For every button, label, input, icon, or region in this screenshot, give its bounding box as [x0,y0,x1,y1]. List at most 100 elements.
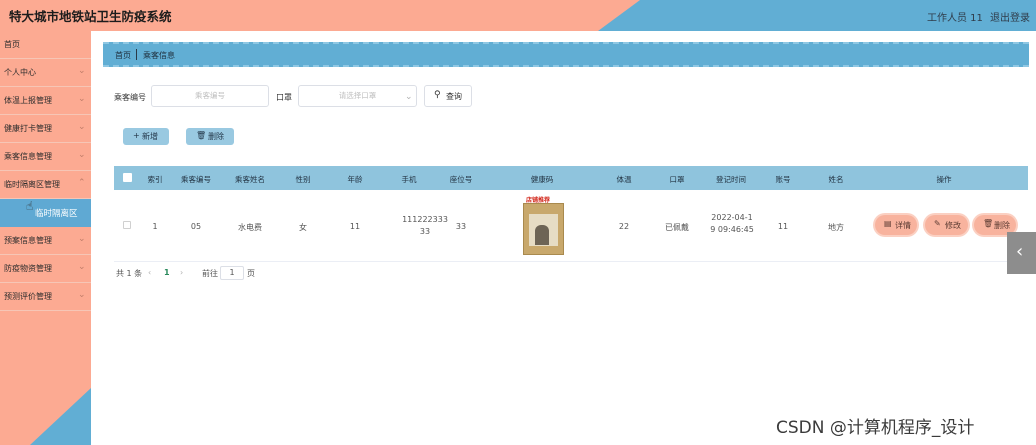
row-checkbox[interactable] [123,221,131,229]
sidebar-item-isolation-area[interactable]: 临时隔离区管理 ⌃ [0,171,91,199]
column-header: 乘客编号 [181,175,211,184]
column-header: 登记时间 [716,175,746,184]
health-code-figure [535,225,549,245]
next-page-icon[interactable]: › [180,268,183,277]
chevron-down-icon: ⌄ [78,262,86,272]
mouse-pointer-icon: ☝ [26,199,34,213]
trash-icon: 🗑 [983,219,994,228]
delete-button-label: 删除 [208,132,224,141]
sidebar-item-label: 临时隔离区管理 [4,180,60,189]
chevron-up-icon: ⌃ [78,178,86,188]
sidebar-item-temperature-report[interactable]: 体温上报管理 ⌄ [0,87,91,115]
chevron-down-icon: ⌄ [78,290,86,300]
breadcrumb: 首页 乘客信息 [103,42,1029,67]
passenger-no-input[interactable]: 乘客编号 [151,85,269,107]
cell-name: 地方 [828,223,844,232]
cell-seat: 33 [455,222,467,231]
sidebar-item-health-checkin[interactable]: 健康打卡管理 ⌄ [0,115,91,143]
search-icon: ⚲ [434,90,441,100]
goto-page-input[interactable]: 1 [220,266,244,280]
sidebar-item-home[interactable]: 首页 [0,31,91,59]
column-header: 口罩 [669,175,685,184]
edit-icon: ✎ [934,219,941,228]
add-button-label: 新增 [142,132,158,141]
chevron-down-icon: ⌄ [78,150,86,160]
logout-link[interactable]: 退出登录 [990,9,1030,24]
column-header: 账号 [775,175,791,184]
chevron-down-icon: ⌄ [78,234,86,244]
passenger-no-label: 乘客编号 [114,93,146,102]
table-header: 索引 乘客编号 乘客姓名 性别 年龄 手机 座位号 健康码 体温 口罩 登记时间… [114,166,1028,190]
app-title: 特大城市地铁站卫生防疫系统 [9,9,172,24]
chevron-left-icon: ‹ [1016,241,1024,262]
cell-age: 11 [349,222,361,231]
detail-button-label: 详情 [895,221,911,230]
time-line: 2022-04-1 [711,213,753,222]
sidebar-item-label: 预测评价管理 [4,292,52,301]
watermark: CSDN @计算机程序_设计 [776,418,975,438]
sidebar-item-label: 个人中心 [4,68,36,77]
cell-mask: 已佩戴 [665,223,689,232]
column-header: 性别 [295,175,311,184]
breadcrumb-separator [136,49,137,60]
health-code-image: 店铺推荐 [522,195,566,255]
time-line: 9 09:46:45 [710,225,754,234]
mask-label: 口罩 [276,93,292,102]
current-user: 工作人员 11 [927,13,983,24]
column-header: 操作 [936,175,952,184]
cell-account: 11 [777,222,789,231]
query-button-label: 查询 [446,92,462,101]
trash-icon: 🗑 [196,131,207,140]
breadcrumb-home[interactable]: 首页 [115,50,131,61]
sidebar: 首页 个人中心 ⌄ 体温上报管理 ⌄ 健康打卡管理 ⌄ 乘客信息管理 ⌄ 临时隔… [0,31,91,445]
sidebar-item-label: 防疫物资管理 [4,264,52,273]
chevron-down-icon: ⌄ [78,122,86,132]
page-suffix: 页 [247,269,255,278]
sidebar-item-label: 体温上报管理 [4,96,52,105]
cell-phone: 111222333 33 [390,214,460,238]
column-header: 索引 [147,175,163,184]
sidebar-item-label: 乘客信息管理 [4,152,52,161]
detail-button[interactable]: ▤ 详情 [875,215,917,235]
document-icon: ▤ [884,219,892,228]
add-button[interactable]: + 新增 [123,128,169,145]
sidebar-item-passenger-info[interactable]: 乘客信息管理 ⌄ [0,143,91,171]
sidebar-subitem-isolation-area[interactable]: 临时隔离区 [0,199,91,227]
goto-label: 前往 [202,269,218,278]
cell-passenger-no: 05 [190,222,202,231]
plus-icon: + [133,131,140,140]
prev-page-icon[interactable]: ‹ [148,268,151,277]
sidebar-item-plan-info[interactable]: 预案信息管理 ⌄ [0,227,91,255]
sidebar-item-prediction[interactable]: 预测评价管理 ⌄ [0,283,91,311]
column-header: 年龄 [347,175,363,184]
mask-select[interactable]: 请选择口罩 [298,85,417,107]
edit-button-label: 修改 [945,221,961,230]
query-button[interactable]: ⚲ 查询 [424,85,472,107]
sidebar-corner-decoration [30,388,91,445]
cell-passenger-name: 水电费 [238,223,262,232]
select-all-checkbox[interactable] [123,173,132,182]
column-header: 乘客姓名 [235,175,265,184]
sidebar-item-personal-center[interactable]: 个人中心 ⌄ [0,59,91,87]
column-header: 手机 [401,175,417,184]
pagination-total: 共 1 条 [116,269,143,278]
edit-button[interactable]: ✎ 修改 [925,215,968,235]
breadcrumb-current: 乘客信息 [143,51,175,60]
collapse-tab[interactable]: ‹ [1007,232,1036,274]
column-header: 健康码 [530,175,554,184]
top-header: 特大城市地铁站卫生防疫系统 工作人员 11 退出登录 [0,0,1036,31]
cell-index: 1 [152,222,158,231]
row-delete-button-label: 删除 [994,221,1010,230]
batch-delete-button[interactable]: 🗑 删除 [186,128,234,145]
health-code-caption: 店铺推荐 [526,197,551,204]
cell-temperature: 22 [618,222,630,231]
sidebar-item-label: 健康打卡管理 [4,124,52,133]
chevron-down-icon: ⌄ [78,66,86,76]
cell-gender: 女 [299,223,307,232]
sidebar-item-supplies[interactable]: 防疫物资管理 ⌄ [0,255,91,283]
page-number-current[interactable]: 1 [164,268,170,277]
sidebar-item-label: 首页 [4,40,20,49]
chevron-down-icon: ⌄ [405,92,413,102]
sidebar-item-label: 预案信息管理 [4,236,52,245]
column-header: 座位号 [449,175,473,184]
